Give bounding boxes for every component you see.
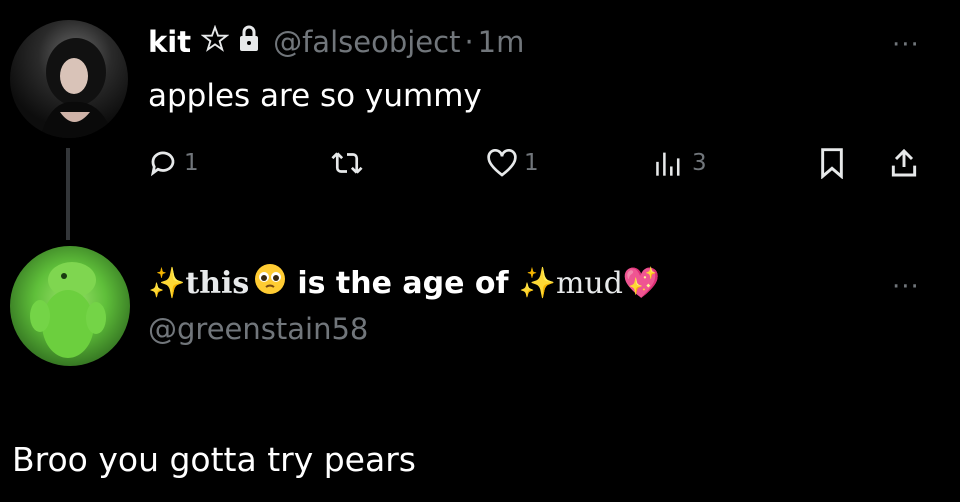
display-name[interactable]: kit (148, 25, 191, 59)
views-icon (656, 152, 680, 176)
pleading-face-icon (253, 262, 287, 304)
share-icon (891, 148, 917, 177)
avatar-image (40, 38, 114, 138)
retweet-button[interactable] (330, 145, 364, 181)
thread-connector (66, 148, 70, 240)
name-part-2: is the age of (297, 265, 509, 301)
handle[interactable]: @falseobject (273, 25, 460, 59)
views-button[interactable]: 3 (652, 145, 707, 181)
name-part-3: mud (555, 265, 623, 301)
views-count: 3 (692, 150, 707, 176)
tweet2-display-name[interactable]: ✨ this is the age of ✨ mud 💖 (148, 258, 660, 308)
avatar-image (30, 262, 106, 358)
reply-button[interactable]: 1 (148, 145, 199, 181)
handle[interactable]: @greenstain58 (148, 312, 368, 346)
lock-icon (237, 25, 261, 60)
share-button[interactable] (888, 145, 920, 181)
heart-icon (487, 149, 517, 177)
more-options-button[interactable]: ··· (892, 272, 920, 302)
like-count: 1 (524, 150, 539, 176)
tweet1-text: apples are so yummy (148, 78, 482, 114)
sparkling-heart-icon: 💖 (622, 265, 661, 301)
reply-count: 1 (184, 150, 199, 176)
separator-dot: · (464, 25, 474, 59)
retweet-icon (331, 152, 363, 174)
sparkles-icon: ✨ (518, 265, 556, 301)
tweet2-text: Broo you gotta try pears (12, 440, 416, 479)
tweet1-header: kit @falseobject · 1m (148, 20, 524, 64)
timestamp[interactable]: 1m (478, 25, 525, 59)
avatar-greenstain[interactable] (10, 246, 130, 366)
sparkles-icon: ✨ (148, 265, 186, 301)
name-part-1: this (185, 265, 250, 301)
more-options-button[interactable]: ··· (892, 30, 920, 60)
avatar-kit[interactable] (10, 20, 128, 138)
bookmark-icon (821, 148, 843, 179)
like-button[interactable]: 1 (486, 145, 539, 181)
pentagram-icon (200, 24, 230, 60)
bookmark-button[interactable] (818, 145, 846, 181)
reply-icon (150, 151, 175, 177)
